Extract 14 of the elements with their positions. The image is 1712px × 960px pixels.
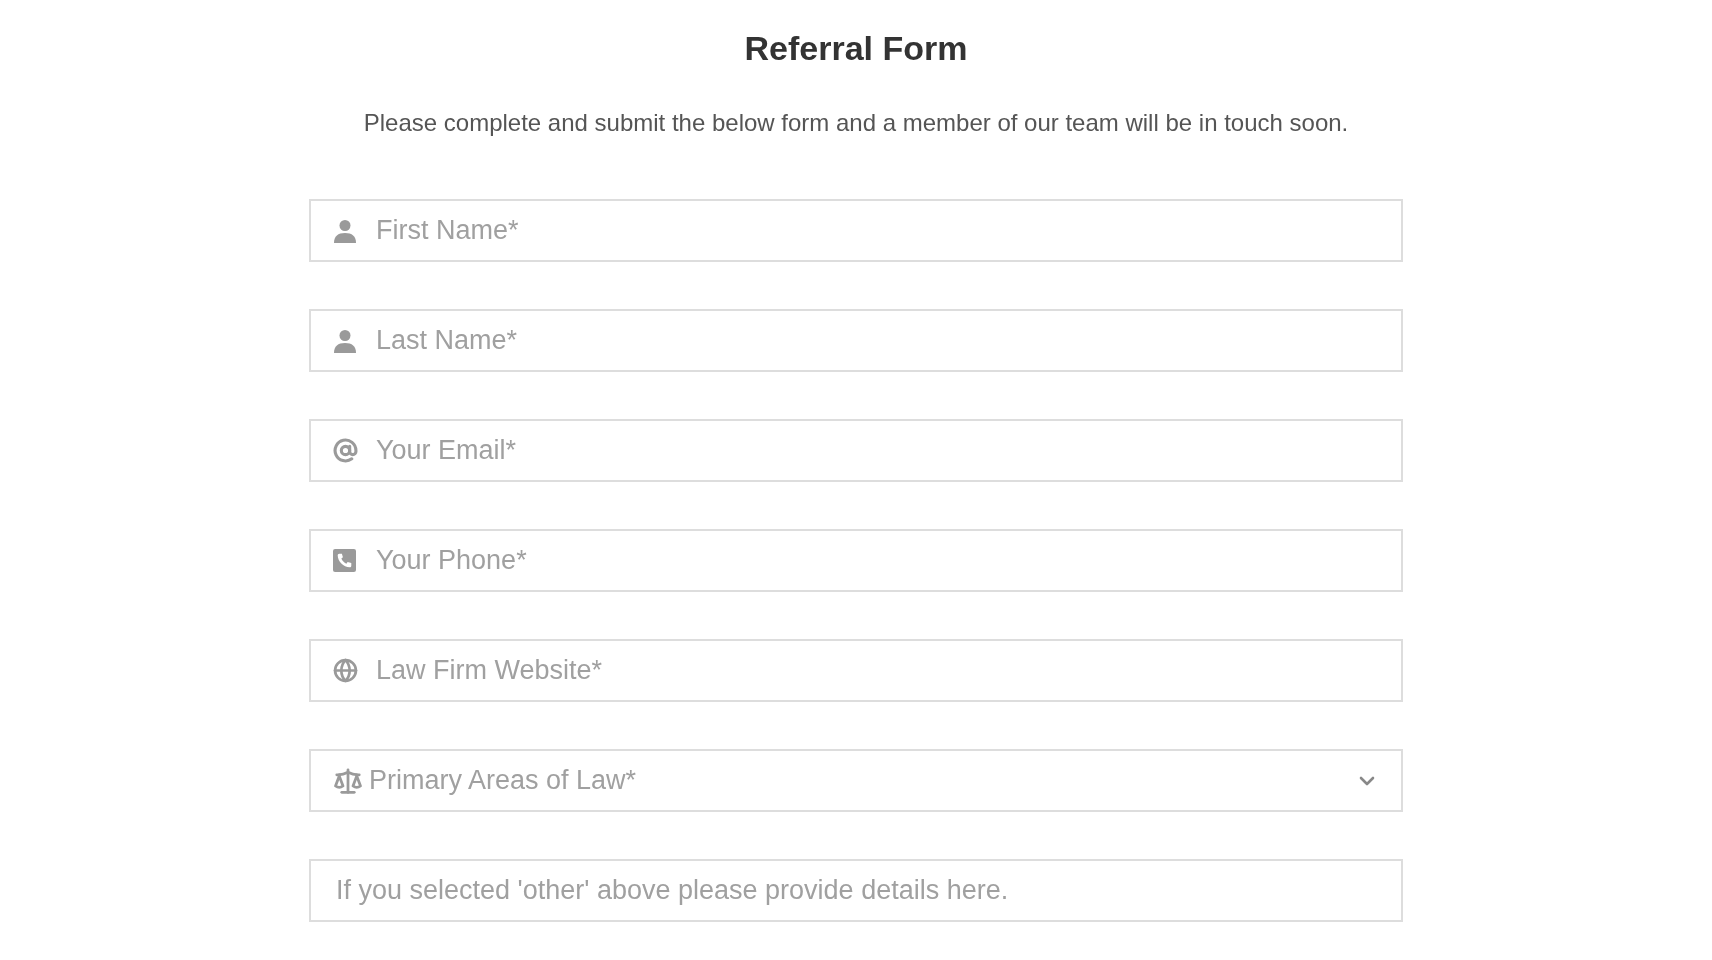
input-field[interactable]: Your Email* — [309, 419, 1403, 482]
input-field[interactable]: Law Firm Website* — [309, 639, 1403, 702]
form-title: Referral Form — [744, 28, 968, 69]
input-field[interactable]: If you selected 'other' above please provide details here. — [309, 859, 1403, 922]
input-field[interactable]: Your Phone* — [309, 529, 1403, 592]
input-field[interactable]: First Name* — [309, 199, 1403, 262]
form-description: Please complete and submit the below form and a member of our team will be in touch soon. — [363, 108, 1349, 138]
at-sign-icon — [333, 438, 358, 463]
phone-icon — [333, 549, 356, 572]
input-field[interactable]: Last Name* — [309, 309, 1403, 372]
dropdown[interactable]: Primary Areas of Law* — [309, 749, 1403, 812]
globe-icon — [333, 658, 358, 683]
person-icon — [333, 218, 357, 243]
person-icon — [333, 328, 357, 353]
